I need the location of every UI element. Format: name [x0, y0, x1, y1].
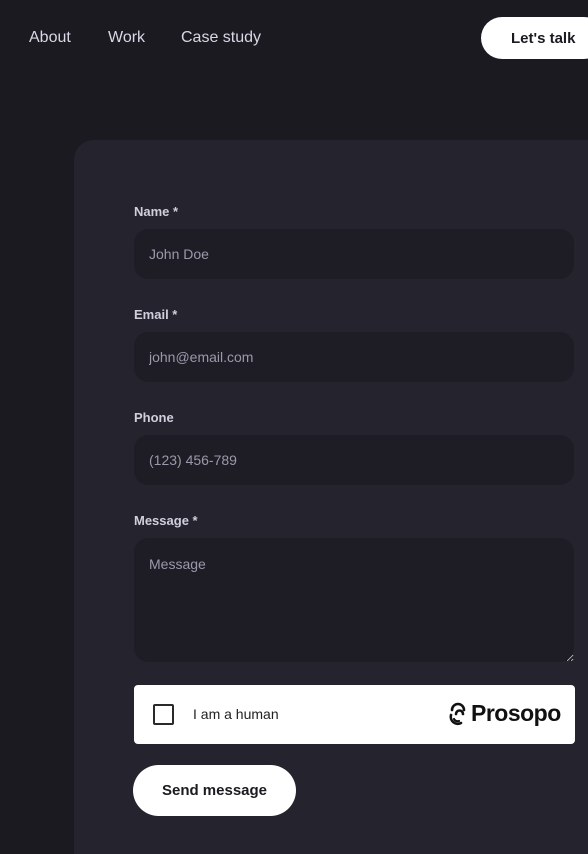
captcha-widget: I am a human Prosopo [134, 685, 575, 744]
name-label: Name * [134, 204, 179, 219]
top-nav: About Work Case study Let's talk [0, 0, 588, 76]
message-textarea[interactable] [134, 538, 574, 662]
prosopo-brand-name: Prosopo [471, 700, 561, 726]
nav-link-case-study[interactable]: Case study [181, 29, 261, 47]
email-label: Email * [134, 307, 178, 322]
captcha-label: I am a human [193, 706, 279, 722]
email-input[interactable] [134, 332, 574, 382]
nav-link-about[interactable]: About [29, 29, 71, 47]
captcha-checkbox[interactable] [153, 704, 174, 725]
message-label: Message * [134, 513, 198, 528]
nav-link-work[interactable]: Work [108, 29, 145, 47]
page: About Work Case study Let's talk Name * … [0, 0, 588, 854]
lets-talk-button[interactable]: Let's talk [481, 17, 588, 59]
phone-label: Phone [134, 410, 174, 425]
prosopo-logo: Prosopo [449, 700, 561, 727]
phone-input[interactable] [134, 435, 574, 485]
name-input[interactable] [134, 229, 574, 279]
send-message-button[interactable]: Send message [133, 765, 296, 816]
prosopo-icon [449, 702, 466, 725]
